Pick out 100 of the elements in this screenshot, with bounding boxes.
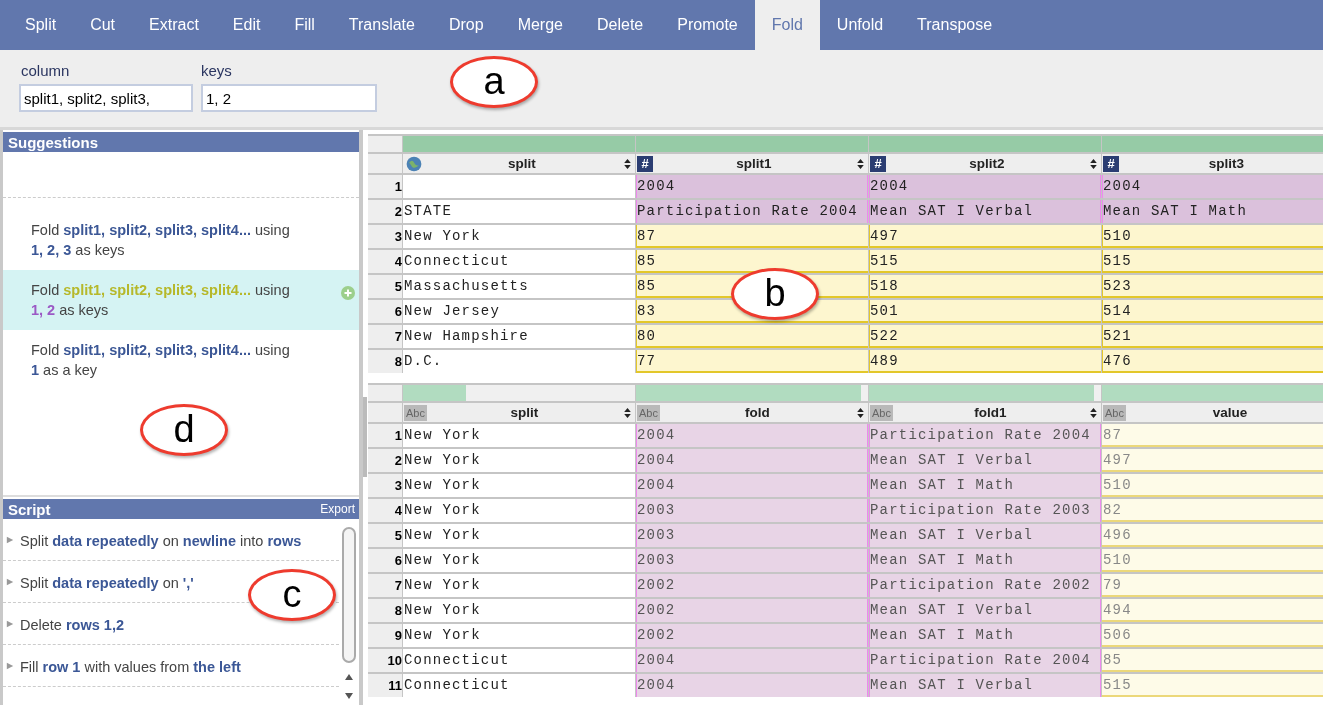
script-step[interactable]: Delete rows 1,2 [20, 615, 124, 636]
expand-icon[interactable] [6, 536, 14, 544]
input-field[interactable]: 1, 2 [201, 84, 377, 112]
type-badge: # [870, 155, 886, 172]
tab[interactable]: Cut [73, 0, 133, 50]
sort-icon[interactable] [1088, 156, 1099, 171]
table-cell: Participation Rate 2002 [869, 574, 1101, 597]
tab[interactable]: Edit [215, 0, 278, 50]
scrollbar[interactable] [342, 527, 356, 663]
table-cell: Participation Rate 2004 [636, 200, 868, 223]
input-field[interactable]: split1, split2, split3, [19, 84, 193, 112]
table-cell: 496 [1102, 524, 1323, 547]
tab[interactable]: Promote [660, 0, 755, 50]
scroll-up-icon[interactable] [344, 672, 354, 682]
table-cell: 2002 [636, 599, 868, 622]
script-step[interactable]: Split data repeatedly on ',' [20, 573, 194, 594]
suggestion-item[interactable]: Fold split1, split2, split3, split4... using 1, 2, 3 as keys [3, 210, 359, 270]
tab[interactable]: Split [8, 0, 74, 50]
row-number: 2 [368, 200, 402, 223]
callout-label: d [140, 404, 228, 456]
tab[interactable]: Fold [754, 0, 820, 50]
suggestion-item[interactable]: Fold split1, split2, split3, split4... using 1, 2 as keys [3, 270, 359, 330]
row-number: 9 [368, 624, 402, 647]
table-cell: 514 [1102, 300, 1323, 323]
table-cell: 506 [1102, 624, 1323, 647]
column-header[interactable]: split [426, 405, 622, 420]
expand-icon[interactable] [6, 620, 14, 628]
table-cell: 2004 [1102, 175, 1323, 198]
table-cell: 79 [1102, 574, 1323, 597]
table-cell: 515 [1102, 674, 1323, 697]
column-header[interactable]: fold1 [892, 405, 1088, 420]
table-cell: Mean SAT I Verbal [869, 599, 1101, 622]
row-number: 5 [368, 524, 402, 547]
table-cell: 2004 [636, 424, 868, 447]
tab[interactable]: Extract [132, 0, 216, 50]
suggestion-item[interactable]: Fold split1, split2, split3, split4... using 1 as a key [3, 330, 359, 390]
row-number: 2 [368, 449, 402, 472]
expand-icon[interactable] [6, 578, 14, 586]
tab[interactable]: Fill [277, 0, 332, 50]
row-number: 7 [368, 325, 402, 348]
table-cell: 2003 [636, 524, 868, 547]
table-cell: 77 [636, 350, 868, 373]
scrollbar[interactable] [363, 397, 367, 477]
table-cell: 2004 [869, 175, 1101, 198]
table-cell: New York [403, 449, 635, 472]
scroll-down-icon[interactable] [344, 691, 354, 701]
sort-icon[interactable] [622, 156, 633, 171]
script-step[interactable]: Fill row 1 with values from the left [20, 657, 241, 678]
script-step[interactable]: Split data repeatedly on newline into rows [20, 531, 302, 552]
row-number: 1 [368, 424, 402, 447]
table-cell: Connecticut [403, 674, 635, 697]
table-cell: 87 [636, 225, 868, 248]
tab[interactable]: Merge [500, 0, 580, 50]
row-number: 6 [368, 300, 402, 323]
column-header[interactable]: fold [659, 405, 855, 420]
table-cell: Mean SAT I Verbal [869, 200, 1101, 223]
column-header[interactable]: split1 [653, 156, 855, 171]
field-label: keys [201, 62, 233, 79]
table-cell: New Hampshire [403, 325, 635, 348]
table-cell: 2002 [636, 574, 868, 597]
sort-icon[interactable] [1088, 405, 1099, 420]
table-cell: Mean SAT I Math [869, 549, 1101, 572]
table-cell: STATE [403, 200, 635, 223]
table-cell: 2004 [636, 649, 868, 672]
table-cell: 510 [1102, 474, 1323, 497]
table-cell: 510 [1102, 549, 1323, 572]
expand-icon[interactable] [6, 662, 14, 670]
sort-icon[interactable] [622, 405, 633, 420]
table-cell: 2004 [636, 674, 868, 697]
table-cell: 497 [869, 225, 1101, 248]
sort-icon[interactable] [855, 156, 866, 171]
table-cell: Participation Rate 2004 [869, 424, 1101, 447]
table-cell: Participation Rate 2003 [869, 499, 1101, 522]
type-badge: # [637, 155, 653, 172]
tab[interactable]: Drop [431, 0, 501, 50]
tab[interactable]: Unfold [819, 0, 901, 50]
column-header[interactable]: split2 [886, 156, 1088, 171]
tab[interactable]: Translate [331, 0, 432, 50]
table-cell: 2003 [636, 499, 868, 522]
field-label: column [21, 62, 71, 79]
table-cell: New York [403, 524, 635, 547]
header-corner [368, 136, 402, 152]
table-cell: Mean SAT I Math [869, 474, 1101, 497]
panel-title: Script [8, 500, 51, 518]
panel-title: Suggestions [8, 133, 98, 151]
column-header[interactable]: value [1125, 405, 1323, 420]
row-number: 10 [368, 649, 402, 672]
table-cell: New York [403, 225, 635, 248]
export-link[interactable]: Export [320, 502, 355, 516]
row-number: 8 [368, 350, 402, 373]
tab[interactable]: Transpose [900, 0, 1010, 50]
table-cell: 476 [1102, 350, 1323, 373]
table-cell: 515 [1102, 250, 1323, 273]
column-header[interactable]: split3 [1119, 156, 1323, 171]
callout-label: a [450, 56, 538, 108]
sort-icon[interactable] [855, 405, 866, 420]
table-cell: 494 [1102, 599, 1323, 622]
table-cell: 87 [1102, 424, 1323, 447]
table-cell: Connecticut [403, 649, 635, 672]
tab[interactable]: Delete [580, 0, 661, 50]
